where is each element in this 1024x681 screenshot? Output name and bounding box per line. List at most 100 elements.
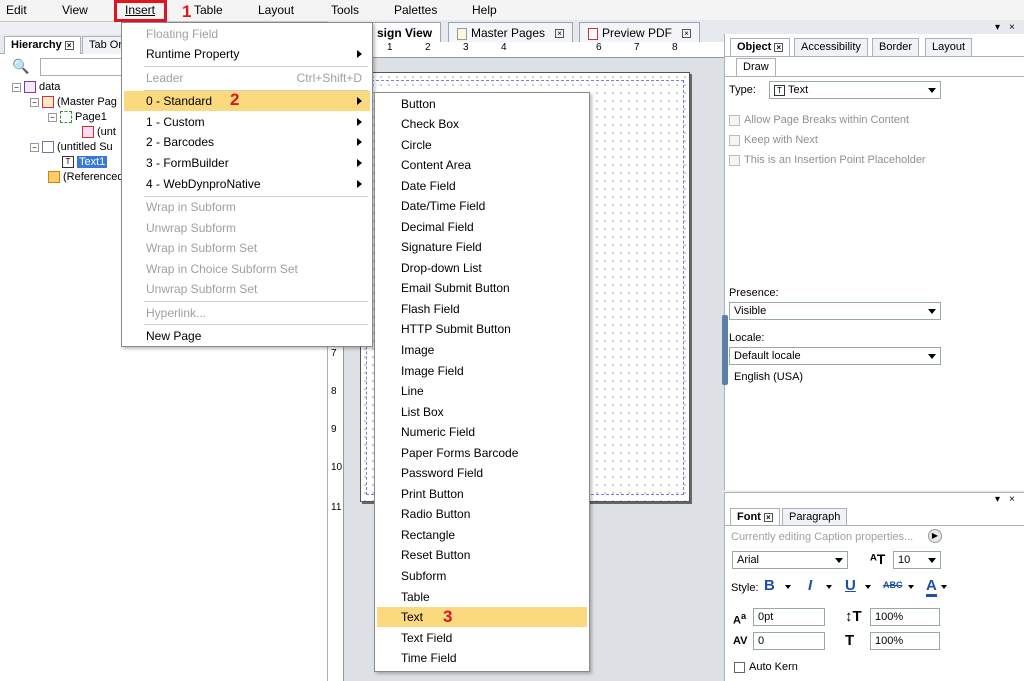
close-icon[interactable]: × xyxy=(763,512,773,522)
search-icon[interactable]: 🔍 xyxy=(12,58,29,75)
menu-password-field[interactable]: Password Field xyxy=(377,463,587,483)
menu-email-submit-button[interactable]: Email Submit Button xyxy=(377,278,587,298)
menu-time-field[interactable]: Time Field xyxy=(377,648,587,668)
menu-circle[interactable]: Circle xyxy=(377,135,587,155)
menu-radio-button[interactable]: Radio Button xyxy=(377,504,587,524)
menu-table[interactable]: Table xyxy=(194,3,223,17)
menu-reset-button[interactable]: Reset Button xyxy=(377,545,587,565)
horizontal-scale-input[interactable]: 100% xyxy=(870,632,940,650)
menu-line[interactable]: Line xyxy=(377,381,587,401)
close-icon[interactable]: × xyxy=(64,40,74,50)
chevron-down-icon[interactable] xyxy=(826,585,832,589)
chevron-down-icon[interactable] xyxy=(941,585,947,589)
menu-subform[interactable]: Subform xyxy=(377,566,587,586)
font-family-dropdown[interactable]: Arial xyxy=(732,551,848,569)
tree-node-master-pages[interactable]: − (Master Pag xyxy=(30,96,117,109)
italic-button[interactable]: I xyxy=(808,577,812,594)
tab-draw[interactable]: Draw xyxy=(736,58,776,76)
type-dropdown[interactable]: T Text xyxy=(769,81,941,99)
menu-table[interactable]: Table xyxy=(377,587,587,607)
tab-accessibility[interactable]: Accessibility xyxy=(794,38,868,56)
auto-kern-checkbox[interactable]: Auto Kern xyxy=(734,661,798,673)
collapse-icon[interactable]: − xyxy=(30,97,39,107)
tree-node-page1[interactable]: − Page1 xyxy=(48,111,107,124)
tree-node-content-area[interactable]: (unt xyxy=(82,126,116,139)
menu-unwrap-subform-set[interactable]: Unwrap Subform Set xyxy=(124,279,370,299)
menu-floating-field[interactable]: Floating Field xyxy=(124,24,370,44)
menu-text-field[interactable]: Text Field xyxy=(377,628,587,648)
tab-layout[interactable]: Layout xyxy=(925,38,973,56)
menu-rectangle[interactable]: Rectangle xyxy=(377,525,587,545)
menu-view[interactable]: View xyxy=(62,3,88,17)
strikethrough-button[interactable]: ABC xyxy=(883,580,903,590)
tab-border[interactable]: Border xyxy=(872,38,920,56)
menu-wrap-in-subform-set[interactable]: Wrap in Subform Set xyxy=(124,238,370,258)
menu-text[interactable]: Text xyxy=(377,607,587,627)
menu-flash-field[interactable]: Flash Field xyxy=(377,299,587,319)
chevron-down-icon[interactable] xyxy=(908,585,914,589)
collapse-icon[interactable]: − xyxy=(12,82,21,92)
presence-dropdown[interactable]: Visible xyxy=(729,302,941,320)
close-icon[interactable]: × xyxy=(1009,22,1015,33)
keep-with-next-checkbox[interactable]: Keep with Next xyxy=(729,134,818,146)
tab-master-pages[interactable]: Master Pages × xyxy=(448,22,574,42)
tab-font[interactable]: Font × xyxy=(730,508,780,526)
underline-button[interactable]: U xyxy=(845,577,856,594)
kerning-input[interactable]: 0 xyxy=(753,632,825,650)
menu-palettes[interactable]: Palettes xyxy=(394,3,437,17)
baseline-shift-input[interactable]: 0pt xyxy=(753,608,825,626)
menu-content-area[interactable]: Content Area xyxy=(377,155,587,175)
tab-preview-pdf[interactable]: Preview PDF × xyxy=(579,22,701,42)
tree-node-text1[interactable]: T Text1 xyxy=(62,156,108,169)
locale-dropdown[interactable]: Default locale xyxy=(729,347,941,365)
menu-button[interactable]: Button xyxy=(377,94,587,114)
close-icon[interactable]: × xyxy=(555,29,565,39)
menu-wrap-in-subform[interactable]: Wrap in Subform xyxy=(124,197,370,217)
menu-numeric-field[interactable]: Numeric Field xyxy=(377,422,587,442)
palette-collapse-handle[interactable] xyxy=(722,315,728,385)
menu-image-field[interactable]: Image Field xyxy=(377,361,587,381)
palette-menu-icon[interactable]: ▾ xyxy=(995,494,1000,505)
play-icon[interactable]: ▶ xyxy=(928,529,942,543)
menu-formbuilder[interactable]: 3 - FormBuilder xyxy=(124,153,370,173)
menu-barcodes[interactable]: 2 - Barcodes xyxy=(124,132,370,152)
menu-list-box[interactable]: List Box xyxy=(377,402,587,422)
chevron-down-icon[interactable] xyxy=(785,585,791,589)
bold-button[interactable]: B xyxy=(764,577,775,594)
menu-runtime-property[interactable]: Runtime Property xyxy=(124,44,370,64)
menu-decimal-field[interactable]: Decimal Field xyxy=(377,217,587,237)
collapse-icon[interactable]: − xyxy=(48,112,57,122)
vertical-scale-input[interactable]: 100% xyxy=(870,608,940,626)
menu-image[interactable]: Image xyxy=(377,340,587,360)
menu-layout[interactable]: Layout xyxy=(258,3,294,17)
menu-help[interactable]: Help xyxy=(472,3,497,17)
tab-design-view[interactable]: sign View xyxy=(368,22,442,42)
menu-tools[interactable]: Tools xyxy=(331,3,359,17)
chevron-down-icon[interactable] xyxy=(865,585,871,589)
menu-http-submit-button[interactable]: HTTP Submit Button xyxy=(377,319,587,339)
menu-edit[interactable]: Edit xyxy=(6,3,27,17)
menu-drop-down-list[interactable]: Drop-down List xyxy=(377,258,587,278)
tab-hierarchy[interactable]: Hierarchy × xyxy=(4,36,81,54)
collapse-icon[interactable]: − xyxy=(30,142,39,152)
menu-custom[interactable]: 1 - Custom xyxy=(124,112,370,132)
menu-date-field[interactable]: Date Field xyxy=(377,176,587,196)
menu-hyperlink[interactable]: Hyperlink... xyxy=(124,303,370,323)
tab-paragraph[interactable]: Paragraph xyxy=(782,508,848,526)
menu-new-page[interactable]: New Page xyxy=(124,326,370,346)
palette-menu-icon[interactable]: ▾ xyxy=(995,22,1000,33)
menu-leader[interactable]: Leader Ctrl+Shift+D xyxy=(124,68,370,88)
allow-page-breaks-checkbox[interactable]: Allow Page Breaks within Content xyxy=(729,114,909,126)
menu-wrap-in-choice-subform-set[interactable]: Wrap in Choice Subform Set xyxy=(124,259,370,279)
menu-paper-forms-barcode[interactable]: Paper Forms Barcode xyxy=(377,443,587,463)
tab-object[interactable]: Object × xyxy=(730,38,791,56)
insertion-point-checkbox[interactable]: This is an Insertion Point Placeholder xyxy=(729,154,926,166)
font-color-button[interactable]: A xyxy=(926,577,937,597)
tree-node-data[interactable]: − data xyxy=(12,81,60,94)
tree-node-untitled-subform[interactable]: − (untitled Su xyxy=(30,141,113,154)
menu-check-box[interactable]: Check Box xyxy=(377,114,587,134)
menu-date-time-field[interactable]: Date/Time Field xyxy=(377,196,587,216)
menu-print-button[interactable]: Print Button xyxy=(377,484,587,504)
close-icon[interactable]: × xyxy=(1009,494,1015,505)
menu-standard[interactable]: 0 - Standard xyxy=(124,91,370,111)
